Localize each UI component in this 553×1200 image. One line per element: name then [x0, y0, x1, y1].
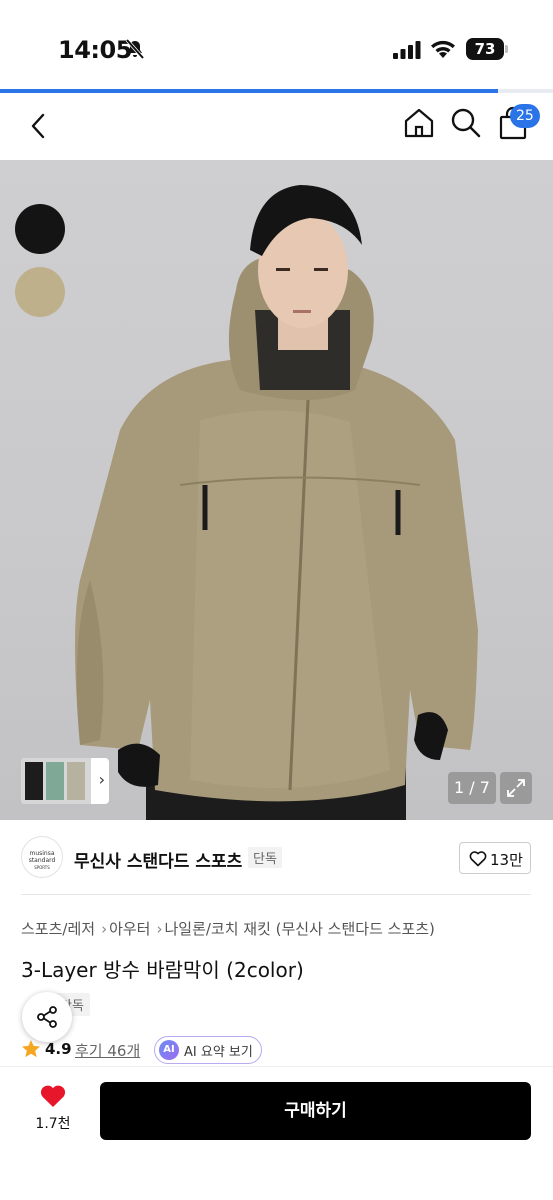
divider	[21, 894, 531, 895]
ai-summary-button[interactable]: AI AI 요약 보기	[154, 1036, 262, 1064]
ai-icon: AI	[159, 1040, 179, 1060]
brand-logo[interactable]: musinsa standard SPORTS	[21, 836, 63, 878]
ai-summary-label: AI 요약 보기	[184, 1044, 253, 1060]
star-icon	[22, 1040, 40, 1058]
product-photo	[75, 185, 478, 820]
breadcrumb-item[interactable]: 나일론/코치 재킷 (무신사 스탠다드 스포츠)	[164, 920, 434, 938]
back-arrow-icon[interactable]	[22, 109, 56, 143]
breadcrumb-item[interactable]: 스포츠/레저	[21, 920, 95, 938]
expand-icon	[507, 779, 525, 797]
chevron-right-icon: ›	[98, 770, 105, 789]
chevron-right-icon: ›	[101, 920, 108, 938]
brand-like-count: 13만	[490, 851, 523, 869]
status-time: 14:05	[58, 36, 132, 64]
share-icon	[37, 1006, 57, 1028]
wishlist-button[interactable]: 1.7천	[30, 1083, 76, 1133]
chevron-right-icon: ›	[156, 920, 163, 938]
color-swatch-black[interactable]	[15, 204, 65, 254]
wifi-icon	[431, 40, 455, 58]
product-image-gallery[interactable]: › 1 / 7	[0, 160, 553, 820]
status-bar: 14:05 73	[0, 0, 553, 90]
buy-button[interactable]: 구매하기	[100, 1082, 531, 1140]
bell-off-icon	[125, 38, 145, 60]
brand-like-button[interactable]: 13만	[459, 842, 531, 874]
review-count-link[interactable]: 후기 46개	[75, 1040, 140, 1061]
top-nav-bar	[0, 93, 553, 160]
home-icon[interactable]	[402, 106, 436, 140]
heart-outline-icon	[469, 851, 487, 867]
thumbnail-preview	[21, 758, 91, 804]
expand-button[interactable]	[500, 772, 532, 804]
search-icon[interactable]	[449, 106, 483, 140]
bottom-action-bar: 1.7천 구매하기	[0, 1066, 553, 1200]
product-title: 3-Layer 방수 바람막이 (2color)	[21, 958, 304, 982]
battery-icon: 73	[466, 38, 508, 60]
wishlist-count: 1.7천	[35, 1116, 71, 1132]
color-swatch-beige[interactable]	[15, 267, 65, 317]
brand-name[interactable]: 무신사 스탠다드 스포츠	[74, 847, 242, 872]
brand-row: musinsa standard SPORTS 무신사 스탠다드 스포츠 단독 …	[0, 820, 553, 896]
thumbnail-strip[interactable]: ›	[21, 758, 109, 804]
cart-count-badge: 25	[510, 104, 540, 128]
image-counter: 1 / 7	[448, 772, 496, 804]
heart-filled-icon	[40, 1085, 66, 1107]
breadcrumb: 스포츠/레저 › 아우터 › 나일론/코치 재킷 (무신사 스탠다드 스포츠)	[21, 918, 437, 939]
cellular-signal-icon	[393, 41, 421, 59]
breadcrumb-item[interactable]: 아우터	[109, 920, 150, 938]
brand-exclusive-tag: 단독	[248, 847, 282, 868]
rating-row: 4.9 후기 46개 AI AI 요약 보기	[21, 1036, 531, 1064]
rating-value: 4.9	[45, 1040, 72, 1058]
share-button[interactable]	[22, 992, 72, 1042]
battery-level: 73	[466, 38, 504, 60]
